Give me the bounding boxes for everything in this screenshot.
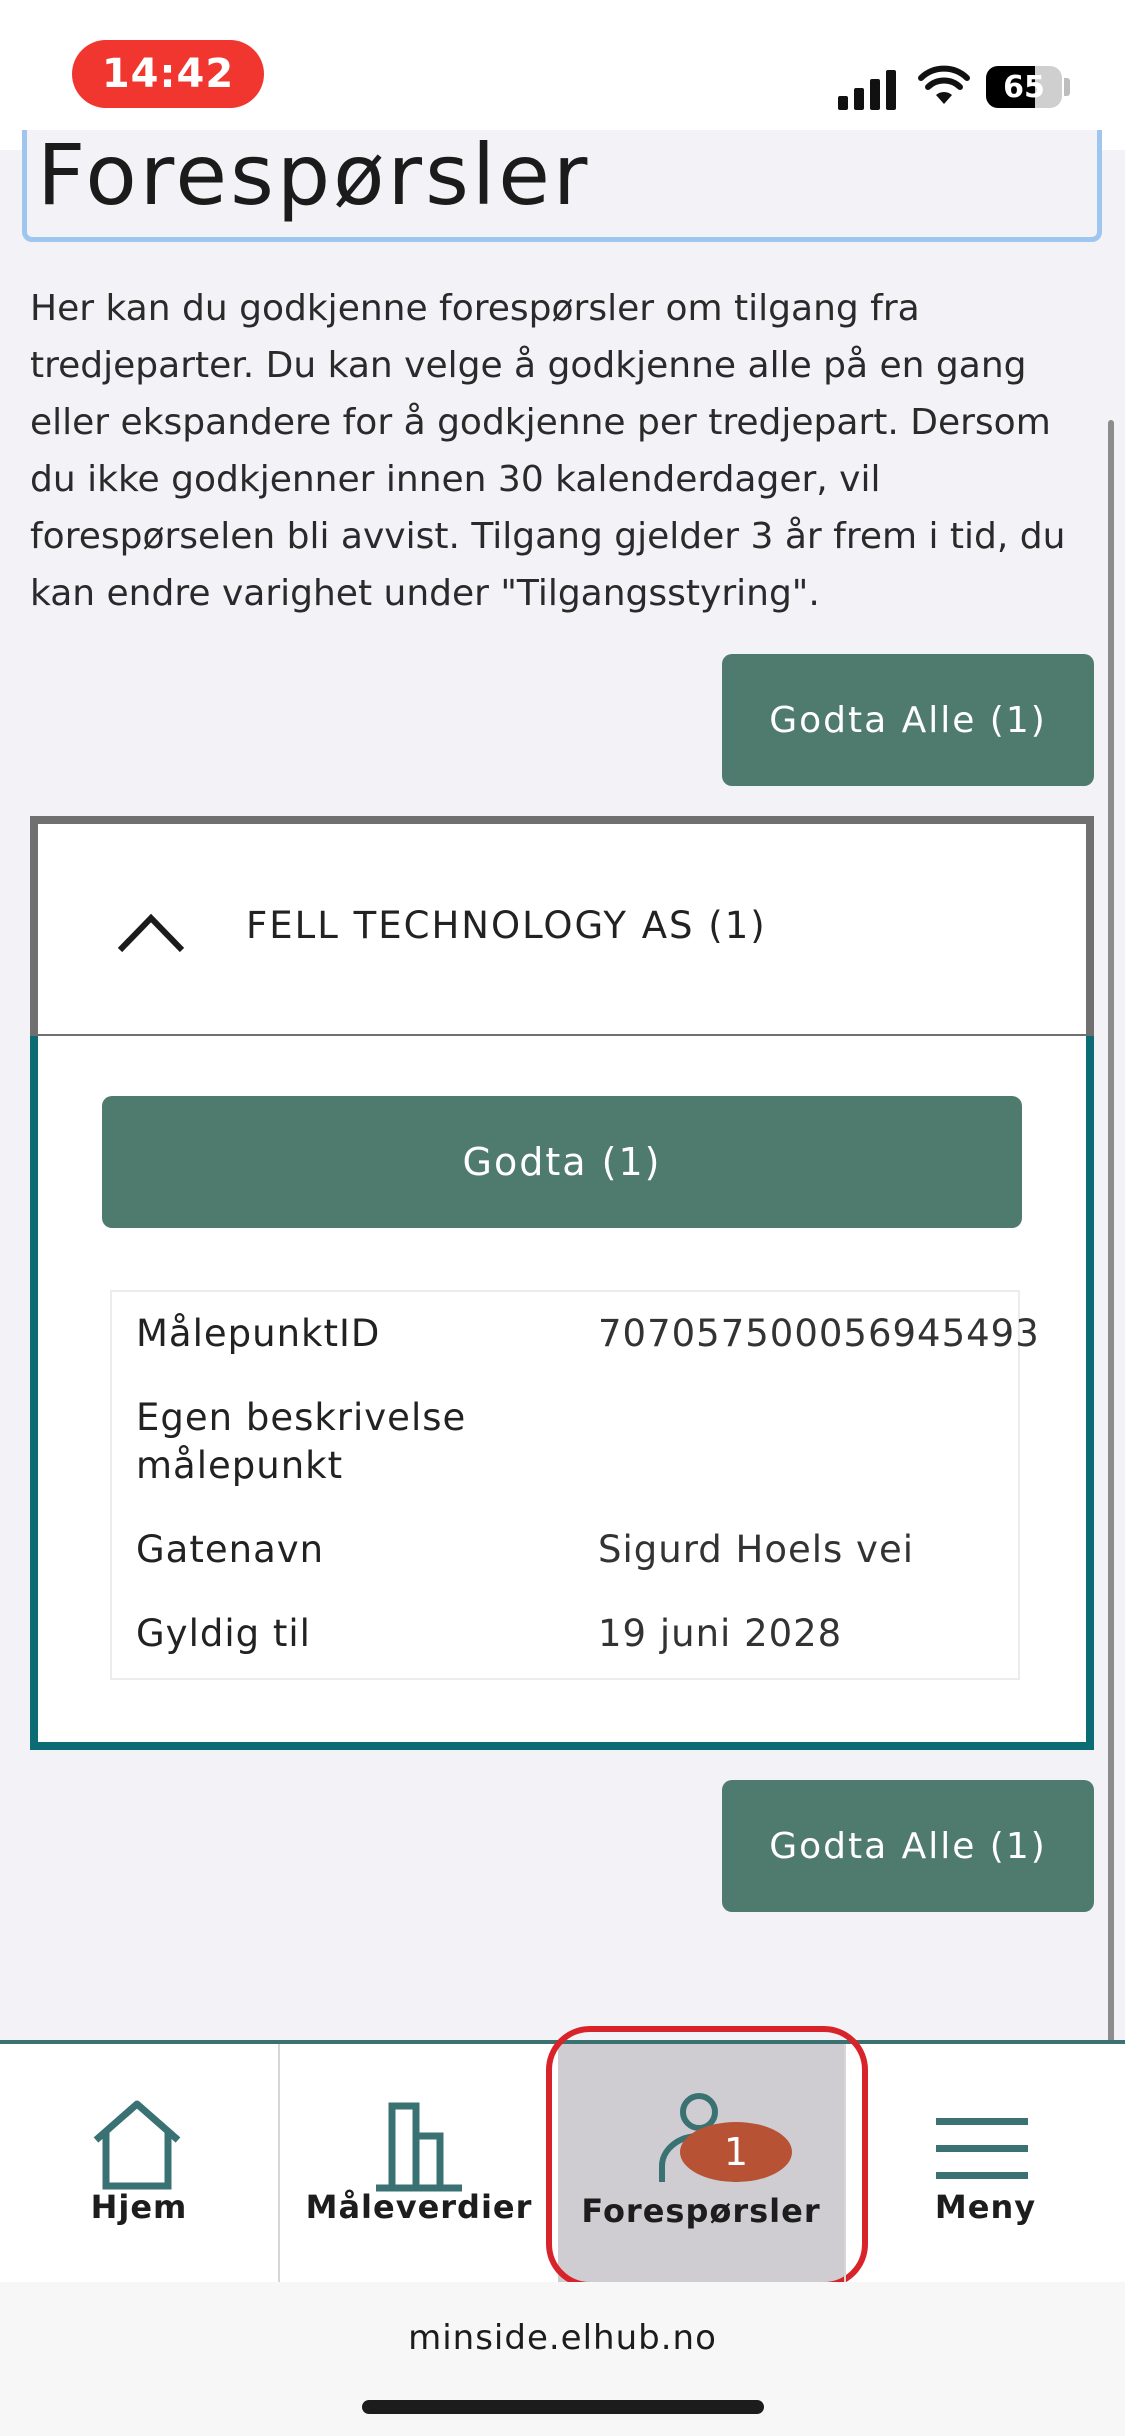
wifi-icon — [918, 65, 970, 104]
tab-label: Meny — [934, 2188, 1037, 2226]
highlight-annotation — [546, 2026, 868, 2288]
hamburger-menu-icon — [936, 2118, 1028, 2179]
status-bar: 14:42 65 — [0, 0, 1125, 150]
detail-value: 707057500056945493 — [598, 1312, 1040, 1355]
browser-url-bar[interactable]: minside.elhub.no — [0, 2282, 1125, 2436]
intro-text: Her kan du godkjenne forespørsler om til… — [30, 288, 1066, 614]
metering-point-details: MålepunktID 707057500056945493 Egen besk… — [110, 1290, 1039, 1680]
home-icon — [93, 2100, 181, 2190]
scrollbar[interactable] — [1108, 420, 1114, 2160]
battery-level: 65 — [1003, 69, 1045, 105]
chevron-up-icon[interactable] — [116, 910, 186, 954]
tab-home[interactable]: Hjem — [0, 2044, 278, 2282]
battery-tip — [1064, 78, 1070, 96]
detail-label: Egen beskrivelse målepunkt — [136, 1396, 467, 1487]
tab-label: Måleverdier — [305, 2188, 533, 2226]
approve-all-button-bottom[interactable]: Godta Alle (1) — [722, 1780, 1094, 1912]
bar-chart-icon — [376, 2102, 462, 2192]
page-title: Forespørsler — [37, 130, 591, 224]
company-accordion-header[interactable]: FELL TECHNOLOGY AS (1) — [30, 816, 1094, 1036]
company-accordion-body: Godta (1) MålepunktID 707057500056945493… — [30, 1036, 1094, 1750]
page-title-box: Forespørsler — [22, 130, 1102, 242]
detail-value: 19 juni 2028 — [598, 1612, 843, 1655]
company-name: FELL TECHNOLOGY AS (1) — [246, 904, 767, 947]
detail-label: Gatenavn — [136, 1528, 325, 1571]
tab-measurements[interactable]: Måleverdier — [280, 2044, 558, 2282]
detail-label: Gyldig til — [136, 1612, 311, 1655]
detail-value: Sigurd Hoels vei — [598, 1528, 914, 1571]
approve-all-button-top[interactable]: Godta Alle (1) — [722, 654, 1094, 786]
status-time: 14:42 — [72, 40, 264, 108]
battery-icon: 65 — [986, 66, 1062, 108]
approve-button[interactable]: Godta (1) — [102, 1096, 1022, 1228]
home-indicator[interactable] — [362, 2400, 764, 2414]
url-text[interactable]: minside.elhub.no — [0, 2318, 1125, 2358]
tab-label: Hjem — [90, 2188, 188, 2226]
detail-label: MålepunktID — [136, 1312, 381, 1355]
cellular-signal-icon — [838, 70, 896, 110]
tab-menu[interactable]: Meny — [846, 2044, 1125, 2282]
